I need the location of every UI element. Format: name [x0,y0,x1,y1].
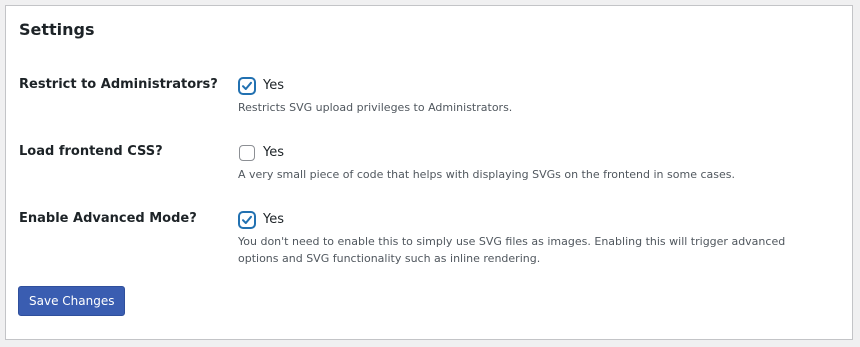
advanced-mode-description: You don't need to enable this to simply … [238,235,786,265]
setting-control-advanced-mode: Yes You don't need to enable this to sim… [238,211,823,267]
load-frontend-css-checkbox-label[interactable]: Yes [263,144,284,162]
load-frontend-css-checkbox-line[interactable]: Yes [239,144,823,162]
setting-label-load-frontend-css: Load frontend CSS? [19,144,163,159]
load-frontend-css-description: A very small piece of code that helps wi… [238,168,735,181]
settings-panel: Settings Restrict to Administrators? Yes… [5,5,853,340]
setting-control-restrict-admins: Yes Restricts SVG upload privileges to A… [238,77,823,116]
load-frontend-css-checkbox[interactable] [239,145,255,161]
page-title: Settings [19,20,95,39]
checkmark-icon [242,81,252,90]
advanced-mode-checkbox[interactable] [239,212,255,228]
checkmark-icon [242,215,252,224]
setting-label-advanced-mode: Enable Advanced Mode? [19,211,197,226]
advanced-mode-checkbox-line[interactable]: Yes [239,211,823,229]
setting-control-load-frontend-css: Yes A very small piece of code that help… [238,144,823,183]
setting-label-restrict-admins: Restrict to Administrators? [19,77,218,92]
restrict-admins-description: Restricts SVG upload privileges to Admin… [238,101,513,114]
restrict-admins-checkbox[interactable] [239,78,255,94]
save-changes-button[interactable]: Save Changes [18,286,126,316]
restrict-admins-checkbox-line[interactable]: Yes [239,77,823,95]
advanced-mode-checkbox-label[interactable]: Yes [263,211,284,229]
restrict-admins-checkbox-label[interactable]: Yes [263,77,284,95]
